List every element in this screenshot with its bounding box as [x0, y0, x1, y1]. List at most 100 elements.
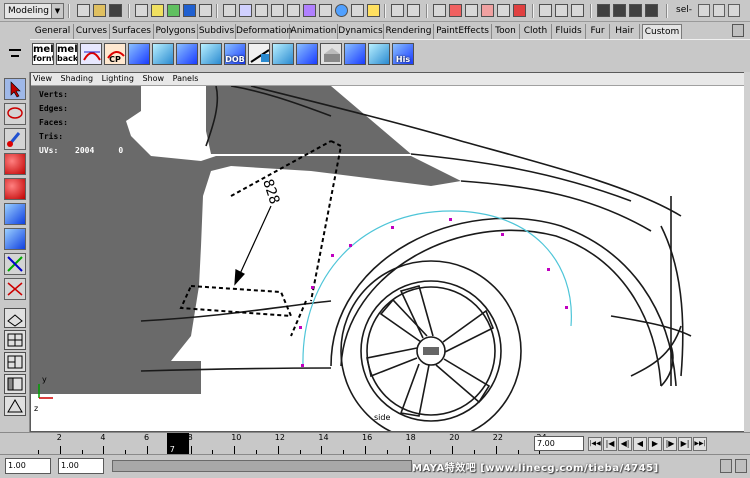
output-connections-icon[interactable]: [555, 4, 568, 17]
surface-mask-icon[interactable]: [271, 4, 284, 17]
vertex-mask-icon[interactable]: [239, 4, 252, 17]
pick-mask-icon[interactable]: [223, 4, 236, 17]
snap-live-icon[interactable]: [497, 4, 510, 17]
sphere-icon[interactable]: [335, 4, 348, 17]
snap-grid-icon[interactable]: [433, 4, 446, 17]
manipulator-tool-icon[interactable]: [4, 228, 26, 250]
time-slider-track[interactable]: 246810121416182022247: [30, 433, 547, 455]
history-icon[interactable]: [571, 4, 584, 17]
curve-tool-icon[interactable]: [80, 43, 102, 65]
render-mask-icon[interactable]: [319, 4, 332, 17]
tab-hair[interactable]: Hair: [610, 24, 640, 39]
move-tool-icon[interactable]: [4, 153, 26, 175]
select-tool-icon[interactable]: [4, 78, 26, 100]
smooth-icon[interactable]: [296, 43, 318, 65]
snap-curve-icon[interactable]: [449, 4, 462, 17]
menu-panels[interactable]: Panels: [173, 73, 199, 85]
cp-curve-button[interactable]: CP: [104, 43, 126, 65]
control-point[interactable]: [299, 326, 302, 329]
step-forward-frame-button[interactable]: |▶: [663, 437, 677, 451]
open-scene-icon[interactable]: [93, 4, 106, 17]
misc-mask-icon[interactable]: [351, 4, 364, 17]
paint-select-tool-icon[interactable]: [4, 128, 26, 150]
tab-subdivs[interactable]: Subdivs: [198, 24, 236, 39]
new-scene-icon[interactable]: [77, 4, 90, 17]
lock-selection-icon[interactable]: [391, 4, 404, 17]
four-view-layout-button[interactable]: [4, 330, 26, 350]
select-hierarchy-icon[interactable]: [135, 4, 148, 17]
auto-key-icon[interactable]: [720, 459, 732, 473]
control-point[interactable]: [391, 226, 394, 229]
select-component-icon[interactable]: [167, 4, 180, 17]
tab-general[interactable]: General: [32, 24, 74, 39]
tab-fur[interactable]: Fur: [586, 24, 610, 39]
animation-preferences-icon[interactable]: [735, 459, 747, 473]
step-back-frame-button[interactable]: ◀|: [618, 437, 632, 451]
snap-view-icon[interactable]: [481, 4, 494, 17]
tab-painteffects[interactable]: PaintEffects: [434, 24, 492, 39]
save-scene-icon[interactable]: [109, 4, 122, 17]
menu-lighting[interactable]: Lighting: [102, 73, 134, 85]
play-forward-button[interactable]: ▶: [648, 437, 662, 451]
cube-icon[interactable]: [128, 43, 150, 65]
tab-custom[interactable]: Custom: [642, 24, 682, 39]
combine-icon[interactable]: [368, 43, 390, 65]
lasso-tool-icon[interactable]: [4, 103, 26, 125]
outliner-layout-button[interactable]: [4, 374, 26, 394]
tab-curves[interactable]: Curves: [74, 24, 110, 39]
control-point[interactable]: [565, 306, 568, 309]
soft-mod-tool-icon[interactable]: [4, 253, 26, 275]
deform-mask-icon[interactable]: [287, 4, 300, 17]
render-view-icon[interactable]: [645, 4, 658, 17]
channel-box-icon[interactable]: [713, 4, 725, 17]
dynamics-mask-icon[interactable]: [303, 4, 316, 17]
control-point[interactable]: [311, 286, 314, 289]
tab-cloth[interactable]: Cloth: [520, 24, 552, 39]
tab-surfaces[interactable]: Surfaces: [110, 24, 154, 39]
input-field-icon[interactable]: [698, 4, 710, 17]
shelf-menu-button[interactable]: [6, 41, 24, 65]
tab-dynamics[interactable]: Dynamics: [338, 24, 384, 39]
curve-mask-icon[interactable]: [255, 4, 268, 17]
cylinder-icon[interactable]: [152, 43, 174, 65]
mask-toggle-icon[interactable]: [199, 4, 212, 17]
poly-count-icon[interactable]: [320, 43, 342, 65]
tab-toon[interactable]: Toon: [492, 24, 520, 39]
control-point[interactable]: [349, 244, 352, 247]
control-point[interactable]: [301, 364, 304, 367]
viewport-canvas[interactable]: 828 z y side: [31, 86, 750, 432]
question-icon[interactable]: [367, 4, 380, 17]
magnet-icon[interactable]: [513, 4, 526, 17]
current-time-field[interactable]: 7.00: [534, 436, 584, 451]
tab-rendering[interactable]: Rendering: [384, 24, 434, 39]
tab-animation[interactable]: Animation: [290, 24, 338, 39]
menu-show[interactable]: Show: [142, 73, 164, 85]
side-viewport-panel[interactable]: View Shading Lighting Show Panels 828 z …: [30, 72, 750, 432]
control-point[interactable]: [331, 254, 334, 257]
tab-fluids[interactable]: Fluids: [552, 24, 586, 39]
tab-deformation[interactable]: Deformation: [236, 24, 292, 39]
delete-history-button[interactable]: His: [392, 43, 414, 65]
single-perspective-layout-button[interactable]: [4, 308, 26, 328]
mel-front-button[interactable]: mel fornt: [32, 43, 54, 65]
step-back-key-button[interactable]: |◀: [603, 437, 617, 451]
mirror-icon[interactable]: [344, 43, 366, 65]
extrude-icon[interactable]: [176, 43, 198, 65]
playback-start-field[interactable]: 1.00: [58, 458, 104, 474]
attribute-editor-icon[interactable]: [728, 4, 740, 17]
go-to-end-button[interactable]: ▶▶|: [693, 437, 707, 451]
mask-icon[interactable]: [183, 4, 196, 17]
menu-set-select[interactable]: Modeling ▼: [4, 3, 64, 19]
mel-back-button[interactable]: mel back: [56, 43, 78, 65]
start-time-field[interactable]: 1.00: [5, 458, 51, 474]
rotate-tool-icon[interactable]: [4, 178, 26, 200]
ipr-render-icon[interactable]: [613, 4, 626, 17]
show-manipulator-icon[interactable]: [4, 278, 26, 300]
control-point[interactable]: [501, 233, 504, 236]
trash-icon[interactable]: [732, 24, 744, 37]
dob-button[interactable]: DOB: [224, 43, 246, 65]
input-connections-icon[interactable]: [539, 4, 552, 17]
scale-tool-icon[interactable]: [4, 203, 26, 225]
step-forward-key-button[interactable]: ▶|: [678, 437, 692, 451]
current-frame-marker[interactable]: 7: [166, 433, 189, 455]
